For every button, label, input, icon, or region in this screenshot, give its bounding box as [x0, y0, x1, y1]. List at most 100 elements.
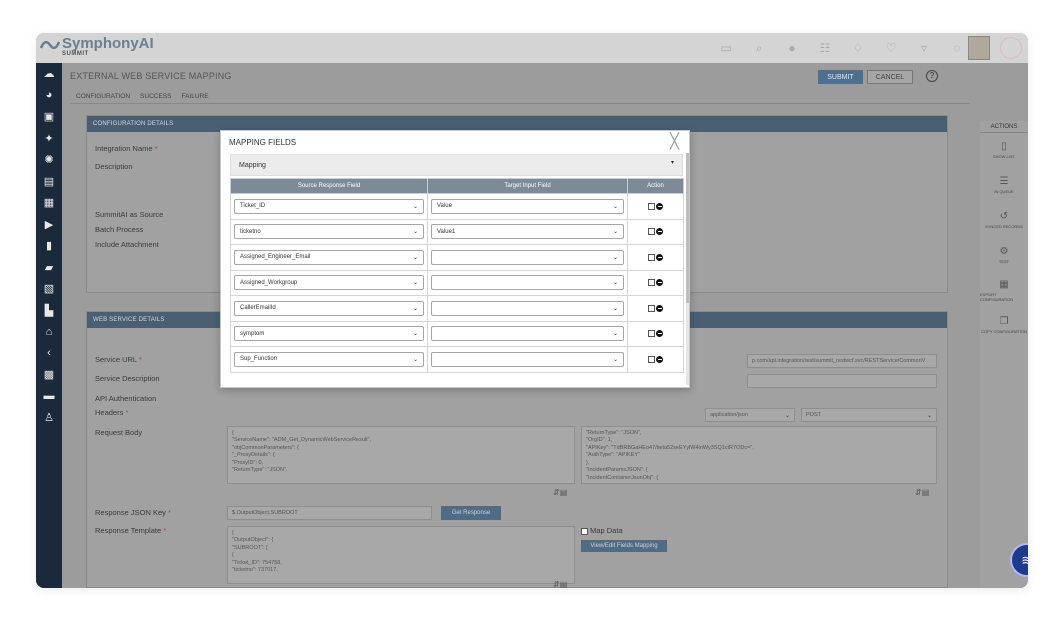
action-show-list[interactable]: ▯ SHOW LIST	[980, 133, 1028, 168]
chat-icon[interactable]: ▭	[719, 41, 733, 55]
format-json-icon[interactable]: ⇵▤	[553, 488, 567, 497]
avatar[interactable]	[968, 36, 990, 60]
action-in-queue[interactable]: ☰ IN QUEUE	[980, 168, 1028, 203]
actions-header: ACTIONS	[980, 121, 1028, 133]
search-icon[interactable]: ⌕	[752, 41, 766, 55]
row-checkbox[interactable]	[648, 253, 655, 261]
cancel-button[interactable]: CANCEL	[867, 70, 913, 84]
map-data-checkbox[interactable]	[581, 527, 588, 535]
table-row: Assigned_Workgroup ⌄ ⌄	[230, 269, 684, 296]
source-field-select[interactable]: Sup_Function ⌄	[234, 351, 424, 367]
globe-icon[interactable]: ●	[785, 41, 799, 55]
remove-row-icon[interactable]	[656, 253, 663, 261]
history-icon: ↺	[999, 211, 1009, 222]
nav-gear-icon[interactable]: ✺	[36, 149, 62, 171]
action-synced-records[interactable]: ↺ SYNCED RECORDS	[980, 203, 1028, 238]
table-row: Sup_Function ⌄ ⌄	[230, 346, 684, 373]
page-title: EXTERNAL WEB SERVICE MAPPING	[70, 71, 232, 81]
action-copy-configuration[interactable]: ❐ COPY CONFIGURATION	[980, 308, 1028, 343]
remove-row-icon[interactable]	[656, 279, 663, 287]
nav-truck-icon[interactable]: ▰	[36, 257, 62, 279]
row-checkbox[interactable]	[648, 202, 655, 210]
response-json-key-field[interactable]: $.OutputObject.SUBROOT	[227, 506, 432, 520]
modal-title: MAPPING FIELDS	[229, 138, 297, 147]
source-field-select[interactable]: Assigned_Engineer_Email ⌄	[234, 249, 424, 265]
source-field-select[interactable]: CallerEmailId ⌄	[234, 300, 424, 316]
nav-monitor-icon[interactable]: ▣	[36, 106, 62, 128]
source-field-select[interactable]: ticketno ⌄	[234, 224, 424, 240]
target-field-select[interactable]: ⌄	[431, 249, 624, 265]
row-checkbox[interactable]	[648, 228, 655, 236]
format-template-icon[interactable]: ⇵▤	[553, 580, 567, 588]
nav-chart-icon[interactable]: ◕	[36, 85, 62, 107]
logo-mark-icon	[40, 40, 60, 50]
chevron-down-icon: ⌄	[412, 356, 418, 363]
nav-calendar-icon[interactable]: ▦	[36, 192, 62, 214]
chevron-down-icon: ⌄	[612, 356, 618, 363]
mapping-section-header[interactable]: Mapping ▾	[230, 154, 683, 176]
thumbs-up-icon[interactable]: ♡	[884, 41, 898, 55]
row-checkbox[interactable]	[648, 355, 655, 363]
source-field-select[interactable]: Ticket_ID ⌄	[234, 198, 424, 214]
target-field-select[interactable]: ⌄	[431, 275, 624, 291]
remove-row-icon[interactable]	[656, 304, 663, 312]
action-test[interactable]: ⚙ TEST	[980, 238, 1028, 273]
chevron-down-icon: ⌄	[612, 305, 618, 312]
nav-briefcase-icon[interactable]: ▬	[36, 386, 62, 408]
nav-image-icon[interactable]: ▩	[36, 364, 62, 386]
method-select[interactable]: POST ⌄	[801, 408, 937, 422]
service-description-field[interactable]	[747, 374, 937, 388]
target-field-select[interactable]: Value1 ⌄	[431, 224, 624, 240]
integration-name-label: Integration Name *	[95, 144, 158, 153]
content-type-select[interactable]: application/json ⌄	[705, 408, 795, 422]
help-icon[interactable]: ?	[926, 70, 938, 82]
nav-cloud-icon[interactable]: ☁	[36, 63, 62, 85]
nav-home-icon[interactable]: ⌂	[36, 321, 62, 343]
chevron-down-icon: ⌄	[412, 331, 418, 338]
target-field-select[interactable]: Value ⌄	[431, 198, 624, 214]
nav-back-icon[interactable]: ‹	[36, 343, 62, 365]
nav-database-icon[interactable]: ▮	[36, 235, 62, 257]
cart-icon[interactable]: ▿	[917, 41, 931, 55]
remove-row-icon[interactable]	[656, 228, 663, 236]
source-field-select[interactable]: Assigned_Workgroup ⌄	[234, 275, 424, 291]
summitai-source-label: SummitAI as Source	[95, 210, 164, 219]
users-icon[interactable]: ☷	[818, 41, 832, 55]
view-edit-mapping-button[interactable]: View/Edit Fields Mapping	[581, 540, 667, 552]
format-json-icon-right[interactable]: ⇵▤	[915, 488, 929, 497]
response-template-field[interactable]: { "OutputObject": { "SUBROOT": [ { "Tick…	[227, 526, 575, 584]
close-icon[interactable]: ╳	[670, 134, 679, 149]
map-data-option[interactable]: Map Data	[581, 526, 623, 535]
headers-label: Headers *	[95, 408, 129, 417]
bell-icon[interactable]: ♢	[851, 41, 865, 55]
remove-row-icon[interactable]	[656, 355, 663, 363]
nav-forward-icon[interactable]: ▶	[36, 214, 62, 236]
nav-building-icon[interactable]: ▙	[36, 300, 62, 322]
source-field-select[interactable]: symptom ⌄	[234, 326, 424, 342]
response-template-label: Response Template *	[95, 526, 167, 535]
service-url-label: Service URL *	[95, 355, 142, 364]
remove-row-icon[interactable]	[656, 202, 663, 210]
row-checkbox[interactable]	[648, 279, 655, 287]
action-export-configuration[interactable]: ▦ EXPORT CONFIGURATION	[980, 273, 1028, 308]
submit-button[interactable]: SUBMIT	[818, 70, 863, 84]
batch-process-label: Batch Process	[95, 225, 144, 234]
target-field-select[interactable]: ⌄	[431, 351, 624, 367]
remove-row-icon[interactable]	[656, 330, 663, 338]
request-body-field[interactable]: { "ServiceName": "ADM_Get_DynamicWebServ…	[227, 426, 575, 484]
target-field-select[interactable]: ⌄	[431, 300, 624, 316]
nav-edit-icon[interactable]: ▧	[36, 278, 62, 300]
get-response-button[interactable]: Get Response	[441, 506, 501, 520]
nav-pin-icon[interactable]: ✦	[36, 128, 62, 150]
modal-scrollbar-thumb[interactable]	[686, 153, 689, 303]
nav-form-icon[interactable]: ▤	[36, 171, 62, 193]
row-checkbox[interactable]	[648, 304, 655, 312]
service-url-field[interactable]: p.com/api.integration/rest/summit_restwc…	[747, 354, 937, 368]
settings-icon[interactable]: ◌	[950, 41, 964, 55]
nav-person-icon[interactable]: ♙	[36, 407, 62, 429]
target-field-select[interactable]: ⌄	[431, 326, 624, 342]
caret-down-icon[interactable]: ▾	[671, 159, 674, 166]
row-checkbox[interactable]	[648, 330, 655, 338]
chevron-down-icon: ⌄	[612, 229, 618, 236]
table-row: symptom ⌄ ⌄	[230, 320, 684, 347]
